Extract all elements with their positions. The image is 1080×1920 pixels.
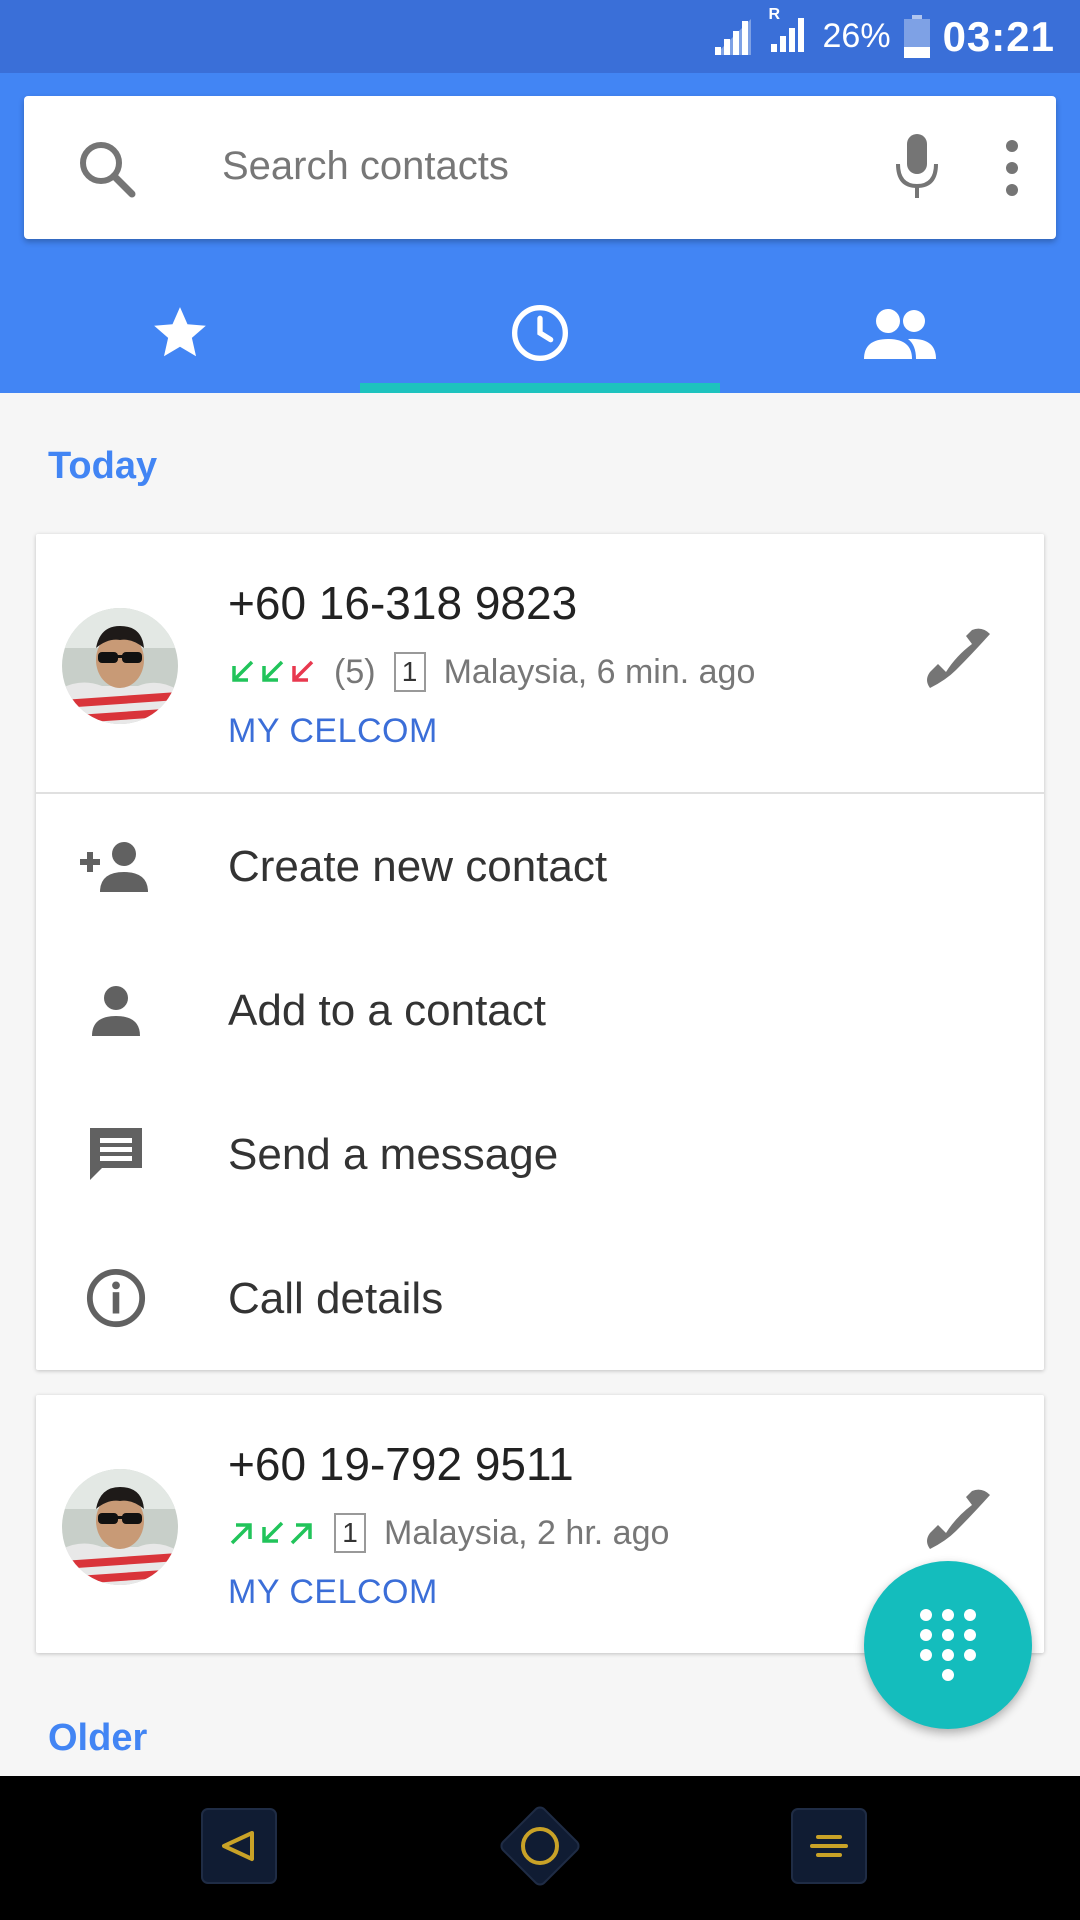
tab-speed-dial[interactable] bbox=[0, 273, 360, 393]
sim-badge: 1 bbox=[334, 1513, 366, 1553]
call-log-card-expanded: +60 16-318 9823 (5) 1 Malaysia, 6 min. a… bbox=[36, 534, 1044, 1370]
call-count: (5) bbox=[334, 652, 376, 691]
incoming-call-icon bbox=[232, 660, 254, 682]
info-icon bbox=[86, 1268, 146, 1328]
microphone-icon[interactable] bbox=[892, 132, 942, 202]
battery-icon bbox=[903, 14, 930, 58]
call-type-icons bbox=[228, 1519, 316, 1547]
call-meta: 1 Malaysia, 2 hr. ago bbox=[228, 1513, 669, 1553]
phone-number: +60 19-792 9511 bbox=[228, 1438, 574, 1490]
phone-number: +60 16-318 9823 bbox=[228, 577, 578, 629]
more-options-icon[interactable] bbox=[992, 136, 1032, 200]
recent-apps-icon[interactable] bbox=[790, 1807, 868, 1885]
section-header-today: Today bbox=[48, 445, 158, 487]
action-label: Create new contact bbox=[228, 842, 608, 891]
call-log-item[interactable]: +60 16-318 9823 (5) 1 Malaysia, 6 min. a… bbox=[36, 534, 1044, 792]
phone-icon[interactable] bbox=[916, 1479, 1006, 1569]
phone-icon[interactable] bbox=[916, 618, 1006, 708]
signal-icon bbox=[714, 18, 751, 55]
battery-percent: 26% bbox=[822, 17, 891, 55]
sim-badge: 1 bbox=[393, 652, 426, 692]
status-bar: R 26% 03:21 bbox=[0, 0, 1080, 73]
avatar[interactable] bbox=[62, 1469, 178, 1585]
add-person-icon bbox=[80, 842, 148, 892]
action-add-to-contact[interactable]: Add to a contact bbox=[36, 938, 1044, 1082]
search-box[interactable] bbox=[24, 96, 1056, 239]
action-label: Send a message bbox=[228, 1130, 559, 1179]
outgoing-call-icon bbox=[230, 1523, 252, 1545]
call-location-time: Malaysia, 2 hr. ago bbox=[384, 1513, 670, 1552]
status-clock: 03:21 bbox=[942, 12, 1055, 60]
section-header-older: Older bbox=[48, 1717, 148, 1759]
dialpad-icon bbox=[920, 1609, 976, 1681]
action-label: Add to a contact bbox=[228, 986, 546, 1035]
person-icon bbox=[92, 986, 140, 1036]
account-label: MY CELCOM bbox=[228, 1573, 438, 1611]
action-send-message[interactable]: Send a message bbox=[36, 1082, 1044, 1226]
avatar[interactable] bbox=[62, 608, 178, 724]
message-icon bbox=[90, 1128, 142, 1180]
account-label: MY CELCOM bbox=[228, 712, 438, 750]
search-input[interactable] bbox=[222, 131, 862, 201]
incoming-call-icon bbox=[262, 660, 284, 682]
tab-contacts[interactable] bbox=[720, 273, 1080, 393]
clock-icon bbox=[512, 305, 568, 361]
outgoing-call-icon bbox=[290, 1523, 312, 1545]
search-icon[interactable] bbox=[74, 136, 140, 202]
call-location-time: Malaysia, 6 min. ago bbox=[443, 652, 756, 691]
home-icon[interactable] bbox=[490, 1796, 590, 1896]
back-icon[interactable] bbox=[200, 1807, 278, 1885]
people-icon bbox=[864, 309, 936, 359]
incoming-call-icon bbox=[262, 1521, 284, 1543]
tab-recents[interactable] bbox=[360, 273, 720, 393]
tab-bar bbox=[0, 273, 1080, 393]
action-create-new-contact[interactable]: Create new contact bbox=[36, 794, 1044, 938]
dialpad-button[interactable] bbox=[864, 1561, 1032, 1729]
call-type-icons bbox=[228, 658, 316, 686]
tab-indicator bbox=[360, 383, 720, 393]
missed-call-icon bbox=[292, 660, 314, 682]
call-meta: (5) 1 Malaysia, 6 min. ago bbox=[228, 652, 755, 692]
navigation-bar bbox=[0, 1776, 1080, 1920]
action-call-details[interactable]: Call details bbox=[36, 1226, 1044, 1370]
action-label: Call details bbox=[228, 1274, 444, 1323]
roaming-signal-icon: R bbox=[767, 6, 811, 61]
app-bar bbox=[0, 73, 1080, 393]
roaming-indicator: R bbox=[768, 6, 781, 23]
star-icon bbox=[154, 307, 206, 357]
